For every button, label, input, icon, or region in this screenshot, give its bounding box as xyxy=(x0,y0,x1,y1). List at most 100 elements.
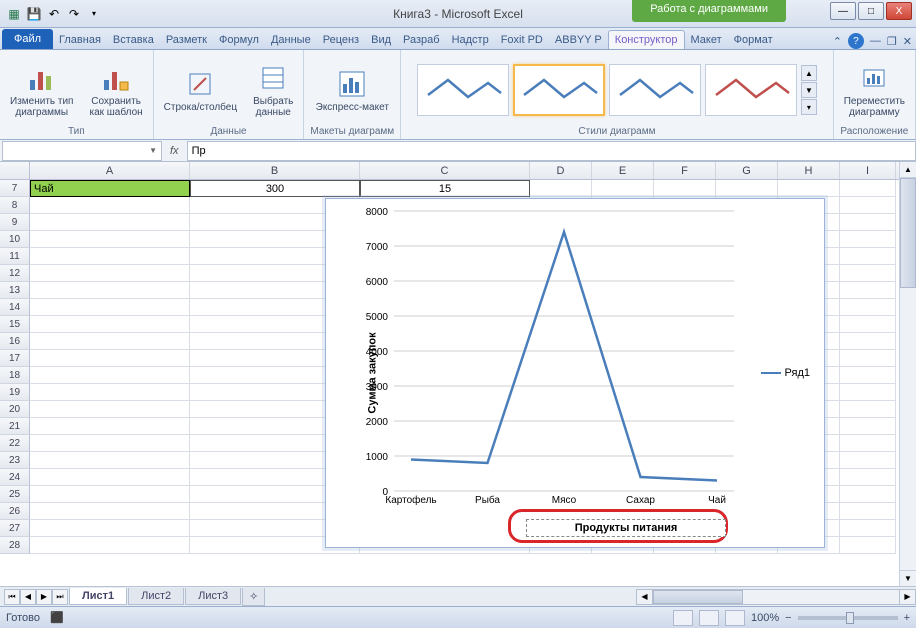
cell-I15[interactable] xyxy=(840,316,896,333)
cell-A24[interactable] xyxy=(30,469,190,486)
zoom-slider-thumb[interactable] xyxy=(846,612,854,624)
column-header-A[interactable]: A xyxy=(30,162,190,179)
move-chart-button[interactable]: Переместить диаграмму xyxy=(840,60,909,120)
chart-style-1[interactable] xyxy=(417,64,509,116)
cell-I11[interactable] xyxy=(840,248,896,265)
minimize-button[interactable]: — xyxy=(830,2,856,20)
cell-A17[interactable] xyxy=(30,350,190,367)
tab-chart-format[interactable]: Формат xyxy=(728,31,779,49)
cell-I10[interactable] xyxy=(840,231,896,248)
row-header[interactable]: 11 xyxy=(0,248,30,265)
cell-A8[interactable] xyxy=(30,197,190,214)
macro-record-icon[interactable]: ⬛ xyxy=(50,611,64,624)
help-icon[interactable]: ? xyxy=(848,33,864,49)
sheet-nav-prev-icon[interactable]: ◀ xyxy=(20,589,36,605)
cell-A26[interactable] xyxy=(30,503,190,520)
cell-A16[interactable] xyxy=(30,333,190,350)
cell-I12[interactable] xyxy=(840,265,896,282)
cell-I22[interactable] xyxy=(840,435,896,452)
zoom-in-button[interactable]: + xyxy=(904,612,910,624)
select-data-button[interactable]: Выбрать данные xyxy=(249,60,297,120)
cell-I27[interactable] xyxy=(840,520,896,537)
row-header[interactable]: 25 xyxy=(0,486,30,503)
row-header[interactable]: 27 xyxy=(0,520,30,537)
tab-data[interactable]: Данные xyxy=(265,31,317,49)
select-all-corner[interactable] xyxy=(0,162,30,179)
save-icon[interactable]: 💾 xyxy=(26,6,42,22)
column-header-C[interactable]: C xyxy=(360,162,530,179)
cell-A19[interactable] xyxy=(30,384,190,401)
qat-dropdown-icon[interactable]: ▾ xyxy=(86,6,102,22)
cell-I23[interactable] xyxy=(840,452,896,469)
new-sheet-button[interactable]: ✧ xyxy=(242,588,265,606)
column-header-F[interactable]: F xyxy=(654,162,716,179)
cell-I24[interactable] xyxy=(840,469,896,486)
scroll-down-icon[interactable]: ▼ xyxy=(900,570,916,586)
sheet-tab-3[interactable]: Лист3 xyxy=(185,588,241,605)
doc-close-icon[interactable]: ✕ xyxy=(903,35,912,48)
tab-developer[interactable]: Разраб xyxy=(397,31,446,49)
cell-D7[interactable] xyxy=(530,180,592,197)
switch-row-column-button[interactable]: Строка/столбец xyxy=(160,66,241,115)
chart-style-4[interactable] xyxy=(705,64,797,116)
row-header[interactable]: 13 xyxy=(0,282,30,299)
cell-I19[interactable] xyxy=(840,384,896,401)
fx-icon[interactable]: fx xyxy=(170,145,179,157)
tab-addins[interactable]: Надстр xyxy=(446,31,495,49)
row-header[interactable]: 23 xyxy=(0,452,30,469)
tab-chart-layout[interactable]: Макет xyxy=(685,31,728,49)
cell-G7[interactable] xyxy=(716,180,778,197)
column-header-E[interactable]: E xyxy=(592,162,654,179)
cell-A20[interactable] xyxy=(30,401,190,418)
chart-legend[interactable]: Ряд1 xyxy=(761,367,810,379)
row-header[interactable]: 7 xyxy=(0,180,30,197)
sheet-nav-first-icon[interactable]: ⏮ xyxy=(4,589,20,605)
vertical-scrollbar[interactable]: ▲ ▼ xyxy=(899,162,916,586)
chart-plot-area[interactable]: 010002000300040005000600070008000 xyxy=(394,211,734,491)
style-scroll-up-icon[interactable]: ▲ xyxy=(801,65,817,81)
cell-A7[interactable]: Чай xyxy=(30,180,190,197)
sheet-tab-1[interactable]: Лист1 xyxy=(69,588,127,605)
cell-A13[interactable] xyxy=(30,282,190,299)
cell-A27[interactable] xyxy=(30,520,190,537)
cell-E7[interactable] xyxy=(592,180,654,197)
scroll-up-icon[interactable]: ▲ xyxy=(900,162,916,178)
column-header-D[interactable]: D xyxy=(530,162,592,179)
name-box-dropdown-icon[interactable]: ▼ xyxy=(149,146,157,155)
cell-A28[interactable] xyxy=(30,537,190,554)
cell-H7[interactable] xyxy=(778,180,840,197)
cell-A10[interactable] xyxy=(30,231,190,248)
cell-A23[interactable] xyxy=(30,452,190,469)
tab-review[interactable]: Реценз xyxy=(317,31,365,49)
cell-I8[interactable] xyxy=(840,197,896,214)
cell-I20[interactable] xyxy=(840,401,896,418)
style-scroll-down-icon[interactable]: ▼ xyxy=(801,82,817,98)
chart-x-axis-title[interactable]: Продукты питания xyxy=(526,519,726,537)
cell-I14[interactable] xyxy=(840,299,896,316)
cell-I21[interactable] xyxy=(840,418,896,435)
change-chart-type-button[interactable]: Изменить тип диаграммы xyxy=(6,60,77,120)
maximize-button[interactable]: □ xyxy=(858,2,884,20)
cell-I26[interactable] xyxy=(840,503,896,520)
file-tab[interactable]: Файл xyxy=(2,29,53,49)
row-header[interactable]: 16 xyxy=(0,333,30,350)
save-template-button[interactable]: Сохранить как шаблон xyxy=(85,60,146,120)
embedded-chart[interactable]: Сумма закупок 01000200030004000500060007… xyxy=(325,198,825,548)
tab-insert[interactable]: Вставка xyxy=(107,31,160,49)
row-header[interactable]: 15 xyxy=(0,316,30,333)
hscroll-track[interactable] xyxy=(653,590,899,604)
doc-minimize-icon[interactable]: — xyxy=(870,35,881,47)
column-header-G[interactable]: G xyxy=(716,162,778,179)
cell-I18[interactable] xyxy=(840,367,896,384)
scroll-left-icon[interactable]: ◀ xyxy=(637,590,653,604)
cell-A12[interactable] xyxy=(30,265,190,282)
view-page-layout-button[interactable] xyxy=(699,610,719,626)
row-header[interactable]: 21 xyxy=(0,418,30,435)
cell-A22[interactable] xyxy=(30,435,190,452)
scroll-right-icon[interactable]: ▶ xyxy=(899,590,915,604)
cell-I9[interactable] xyxy=(840,214,896,231)
cell-A15[interactable] xyxy=(30,316,190,333)
row-header[interactable]: 8 xyxy=(0,197,30,214)
view-page-break-button[interactable] xyxy=(725,610,745,626)
cell-I13[interactable] xyxy=(840,282,896,299)
